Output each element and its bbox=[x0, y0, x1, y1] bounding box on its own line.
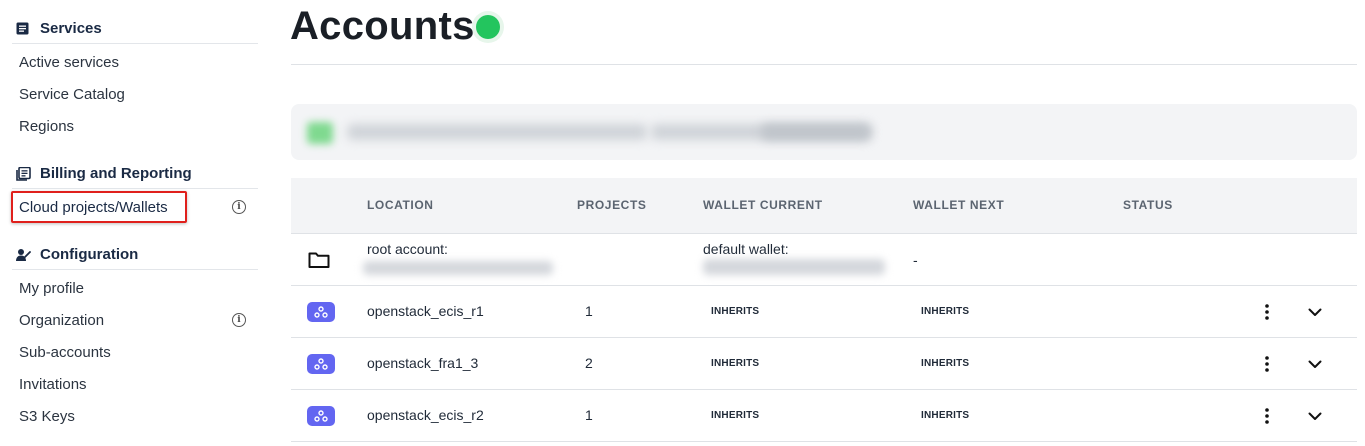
sidebar-item-label: Sub-accounts bbox=[19, 343, 111, 361]
section-configuration: Configuration bbox=[12, 240, 258, 270]
header-location[interactable]: LOCATION bbox=[367, 198, 434, 212]
root-account-label: root account: bbox=[367, 241, 448, 257]
table-row[interactable]: openstack_fra1_3 2 INHERITS INHERITS bbox=[291, 338, 1357, 390]
redacted-account-id bbox=[363, 261, 553, 275]
header-projects[interactable]: PROJECTS bbox=[577, 198, 646, 212]
sidebar-item-label: Regions bbox=[19, 117, 75, 135]
header-wallet-next[interactable]: WALLET NEXT bbox=[913, 198, 1004, 212]
info-icon[interactable]: i bbox=[232, 200, 246, 214]
section-title: Billing and Reporting bbox=[40, 165, 192, 182]
wallet-next-cell: INHERITS bbox=[921, 306, 970, 317]
sidebar-item-label: Organization bbox=[19, 311, 105, 329]
sidebar-item-service-catalog[interactable]: Service Catalog bbox=[19, 80, 259, 108]
redacted-wallet-id bbox=[703, 259, 885, 275]
sidebar-item-label: Service Catalog bbox=[19, 85, 125, 103]
header-status[interactable]: STATUS bbox=[1123, 198, 1173, 212]
sidebar-item-label: S3 Keys bbox=[19, 407, 75, 425]
default-wallet-label: default wallet: bbox=[703, 241, 789, 257]
openstack-icon bbox=[307, 302, 335, 322]
sidebar-item-invitations[interactable]: Invitations bbox=[19, 370, 259, 398]
page-title: Accounts bbox=[290, 4, 475, 48]
location-cell[interactable]: openstack_fra1_3 bbox=[367, 355, 478, 371]
account-banner bbox=[291, 104, 1357, 160]
more-options-icon[interactable] bbox=[1257, 406, 1277, 426]
section-billing: Billing and Reporting bbox=[12, 159, 258, 189]
sidebar-item-my-profile[interactable]: My profile bbox=[19, 274, 259, 302]
services-icon bbox=[16, 21, 36, 37]
title-divider bbox=[291, 64, 1357, 65]
wallet-next-cell: INHERITS bbox=[921, 358, 970, 369]
info-icon[interactable]: i bbox=[232, 313, 246, 327]
openstack-icon bbox=[307, 354, 335, 374]
wallet-current-cell: INHERITS bbox=[711, 306, 760, 317]
section-services: Services bbox=[12, 14, 258, 44]
billing-icon bbox=[16, 166, 36, 182]
sidebar-item-active-services[interactable]: Active services bbox=[19, 48, 259, 76]
wallet-next-value: - bbox=[913, 252, 918, 268]
section-title: Services bbox=[40, 20, 102, 37]
status-dot-inner bbox=[476, 15, 500, 39]
redacted-badge bbox=[307, 122, 333, 144]
chevron-down-icon[interactable] bbox=[1305, 406, 1325, 426]
folder-icon bbox=[308, 251, 330, 269]
section-title: Configuration bbox=[40, 246, 139, 263]
wallet-current-cell: INHERITS bbox=[711, 358, 760, 369]
projects-cell: 1 bbox=[585, 407, 593, 423]
header-wallet-current[interactable]: WALLET CURRENT bbox=[703, 198, 823, 212]
selection-highlight bbox=[11, 191, 187, 223]
table-row-root[interactable]: root account: default wallet: - bbox=[291, 234, 1357, 286]
wallet-next-cell: INHERITS bbox=[921, 410, 970, 421]
sidebar-item-label: My profile bbox=[19, 279, 85, 297]
projects-cell: 2 bbox=[585, 355, 593, 371]
sidebar-item-s3-keys[interactable]: S3 Keys bbox=[19, 402, 259, 430]
more-options-icon[interactable] bbox=[1257, 302, 1277, 322]
more-options-icon[interactable] bbox=[1257, 354, 1277, 374]
table-row[interactable]: openstack_ecis_r2 1 INHERITS INHERITS bbox=[291, 390, 1357, 442]
redacted-text bbox=[347, 124, 647, 140]
sidebar-item-regions[interactable]: Regions bbox=[19, 112, 259, 140]
table-row[interactable]: openstack_ecis_r1 1 INHERITS INHERITS bbox=[291, 286, 1357, 338]
redacted-text bbox=[761, 124, 871, 140]
chevron-down-icon[interactable] bbox=[1305, 354, 1325, 374]
sidebar-item-label: Invitations bbox=[19, 375, 87, 393]
sidebar: Services Active services Service Catalog… bbox=[0, 0, 262, 446]
location-cell[interactable]: openstack_ecis_r1 bbox=[367, 303, 484, 319]
chevron-down-icon[interactable] bbox=[1305, 302, 1325, 322]
sidebar-item-organization[interactable]: Organization bbox=[19, 306, 259, 334]
configuration-icon bbox=[16, 247, 36, 263]
location-cell[interactable]: openstack_ecis_r2 bbox=[367, 407, 484, 423]
openstack-icon bbox=[307, 406, 335, 426]
sidebar-item-label: Active services bbox=[19, 53, 120, 71]
status-indicator bbox=[472, 11, 504, 43]
table-header: LOCATION PROJECTS WALLET CURRENT WALLET … bbox=[291, 178, 1357, 234]
projects-cell: 1 bbox=[585, 303, 593, 319]
sidebar-item-sub-accounts[interactable]: Sub-accounts bbox=[19, 338, 259, 366]
wallet-current-cell: INHERITS bbox=[711, 410, 760, 421]
